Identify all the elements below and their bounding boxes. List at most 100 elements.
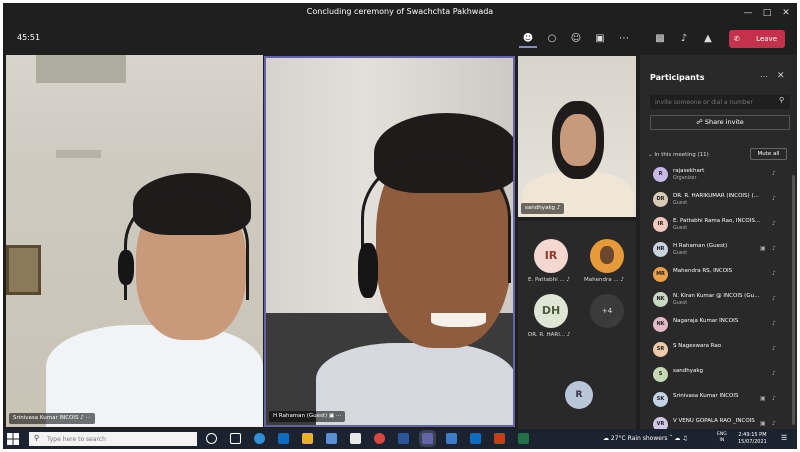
windows-taskbar: ⚲ ☁ 27°C Rain showers ˆ ☁ ♫ ENGIN 2:49:1… bbox=[3, 429, 797, 449]
video-srinivasa[interactable]: Srinivasa Kumar INCOIS ♪ ⋯ bbox=[6, 55, 263, 427]
mic-off-icon[interactable]: ♪ bbox=[772, 320, 776, 327]
participant-avatar: IR bbox=[653, 217, 668, 232]
clock-time: 2:49:15 PM bbox=[738, 432, 767, 438]
windows-start-icon[interactable] bbox=[7, 433, 19, 445]
participant-name: S Nageswara Rao bbox=[673, 343, 722, 349]
share-screen-icon[interactable]: ▣ bbox=[591, 30, 609, 48]
mic-off-icon[interactable]: ♪ bbox=[772, 345, 776, 352]
participant-name: sandhyakg bbox=[673, 368, 704, 374]
avatar-ir[interactable]: IR bbox=[534, 239, 568, 273]
people-icon[interactable]: ☻ bbox=[519, 30, 537, 48]
participant-row[interactable]: DR DR. R. HARIKUMAR (INCOIS) (... Guest ♪ bbox=[640, 188, 797, 213]
mic-off-icon[interactable]: ♪ bbox=[675, 30, 693, 48]
invite-input[interactable] bbox=[650, 95, 790, 109]
close-window-icon[interactable]: ✕ bbox=[779, 6, 793, 20]
headset-earpiece bbox=[358, 243, 378, 298]
leave-button[interactable]: ✆ Leave bbox=[729, 30, 785, 48]
more-icon[interactable]: ⋯ bbox=[615, 30, 633, 48]
mic-off-icon[interactable]: ♪ bbox=[772, 220, 776, 227]
more-participants-button[interactable]: +4 bbox=[590, 294, 624, 328]
mail-icon[interactable] bbox=[446, 433, 457, 444]
file-explorer-icon[interactable] bbox=[302, 433, 313, 444]
search-icon: ⚲ bbox=[779, 96, 785, 104]
headset-earpiece bbox=[118, 250, 134, 285]
language-indicator[interactable]: ENG IN bbox=[717, 432, 727, 444]
minimize-icon[interactable]: — bbox=[741, 6, 755, 20]
task-view-icon[interactable] bbox=[230, 433, 241, 444]
participant-row[interactable]: NK Nagaraja Kumar INCOIS ♪ bbox=[640, 313, 797, 338]
outlook-icon[interactable] bbox=[278, 433, 289, 444]
meeting-timer: 45:51 bbox=[17, 33, 41, 42]
mic-off-icon[interactable]: ♪ bbox=[772, 245, 776, 252]
mute-all-button[interactable]: Mute all bbox=[750, 148, 787, 160]
cortana-icon[interactable] bbox=[206, 433, 217, 444]
mic-off-icon[interactable]: ♪ bbox=[772, 195, 776, 202]
participant-row[interactable]: IR E. Pattabhi Rama Rao, INCOIS... Guest ♪ bbox=[640, 213, 797, 238]
taskbar-search-input[interactable] bbox=[29, 432, 197, 446]
teams-icon[interactable] bbox=[422, 433, 433, 444]
participant-row[interactable]: SR S Nageswara Rao ♪ bbox=[640, 338, 797, 363]
weather-widget[interactable]: ☁ 27°C Rain showers ˆ ☁ ♫ bbox=[603, 435, 688, 442]
participant-name: DR. R. HARIKUMAR (INCOIS) (... bbox=[673, 193, 759, 199]
chat-icon[interactable]: ○ bbox=[543, 30, 561, 48]
edge-icon[interactable] bbox=[254, 433, 265, 444]
participant-row[interactable]: SK Srinivasa Kumar INCOIS ♪ ▣ bbox=[640, 388, 797, 413]
panel-scrollbar[interactable] bbox=[792, 175, 795, 425]
shirt bbox=[46, 325, 263, 427]
participant-avatar: NK bbox=[653, 292, 668, 307]
share-invite-button[interactable]: ☍ Share invite bbox=[650, 115, 790, 130]
word-icon[interactable] bbox=[398, 433, 409, 444]
tile-label-pattabhi: E. Pattabhi ... ♪ bbox=[528, 277, 570, 283]
mic-off-icon[interactable]: ♪ bbox=[772, 420, 776, 427]
participant-name: Mahendra RS, INCOIS bbox=[673, 268, 733, 274]
participant-row[interactable]: Ssandhyakg ♪ bbox=[640, 363, 797, 388]
mic-off-icon[interactable]: ♪ bbox=[772, 395, 776, 402]
camera-off-icon[interactable]: ▩ bbox=[651, 30, 669, 48]
video-sandhyakg[interactable]: sandhyakg ♪ bbox=[518, 56, 636, 217]
taskbar-clock[interactable]: 2:49:15 PM 15/07/2021 bbox=[738, 432, 767, 446]
tile-label-harikumar: DR. R. HARI... ♪ bbox=[528, 332, 571, 338]
participant-row[interactable]: Rrajasekhart Organizer ♪ bbox=[640, 163, 797, 188]
participant-role: Guest bbox=[673, 226, 688, 231]
participant-role: Guest bbox=[673, 251, 688, 256]
mic-off-icon[interactable]: ♪ bbox=[772, 270, 776, 277]
chrome-icon[interactable] bbox=[374, 433, 385, 444]
notepad-icon[interactable] bbox=[350, 433, 361, 444]
participant-name: Nagaraja Kumar INCOIS bbox=[673, 318, 739, 324]
mic-off-icon[interactable]: ♪ bbox=[772, 170, 776, 177]
video-name-tag: sandhyakg ♪ bbox=[521, 203, 565, 214]
phone-icon: ✆ bbox=[734, 35, 740, 43]
reactions-icon[interactable]: ☺ bbox=[567, 30, 585, 48]
powerpoint-icon[interactable] bbox=[494, 433, 505, 444]
participant-row[interactable]: MR Mahendra RS, INCOIS ♪ bbox=[640, 263, 797, 288]
mic-off-icon[interactable]: ♪ bbox=[772, 295, 776, 302]
video-name-tag: Srinivasa Kumar INCOIS ♪ ⋯ bbox=[9, 413, 95, 424]
avatar-mahendra[interactable] bbox=[590, 239, 624, 273]
participant-avatar: SK bbox=[653, 392, 668, 407]
ceiling-light bbox=[56, 150, 101, 158]
camera-icon: ▣ bbox=[760, 395, 766, 402]
video-rahaman[interactable]: H Rahaman (Guest) ▣ ⋯ bbox=[264, 56, 515, 427]
clock-date: 15/07/2021 bbox=[738, 439, 767, 445]
in-meeting-header[interactable]: ⌄ In this meeting (11) bbox=[648, 152, 709, 158]
participant-row[interactable]: NK N. Kiran Kumar @ INCOIS (Gu... Guest ♪ bbox=[640, 288, 797, 313]
avatar-dh[interactable]: DH bbox=[534, 294, 568, 328]
notifications-icon[interactable]: ☰ bbox=[781, 434, 787, 442]
outlook-2-icon[interactable] bbox=[470, 433, 481, 444]
camera-icon: ▣ bbox=[760, 420, 766, 427]
mic-off-icon[interactable]: ♪ bbox=[772, 370, 776, 377]
panel-more-icon[interactable]: ⋯ bbox=[760, 72, 768, 81]
avatar-r[interactable]: R bbox=[565, 381, 593, 409]
maximize-icon[interactable]: □ bbox=[760, 6, 774, 20]
excel-icon[interactable] bbox=[518, 433, 529, 444]
share-tray-icon[interactable]: ▲ bbox=[699, 30, 717, 48]
participant-row[interactable]: HR H Rahaman (Guest) Guest ♪ ▣ bbox=[640, 238, 797, 263]
tile-label-mahendra: Mahendra ... ♪ bbox=[584, 277, 624, 283]
participant-name: N. Kiran Kumar @ INCOIS (Gu... bbox=[673, 293, 760, 299]
store-icon[interactable] bbox=[326, 433, 337, 444]
ceiling-vent bbox=[36, 55, 126, 83]
participant-avatar: DR bbox=[653, 192, 668, 207]
headset-band bbox=[361, 153, 511, 283]
participant-avatar: SR bbox=[653, 342, 668, 357]
panel-close-icon[interactable]: ✕ bbox=[777, 71, 785, 81]
